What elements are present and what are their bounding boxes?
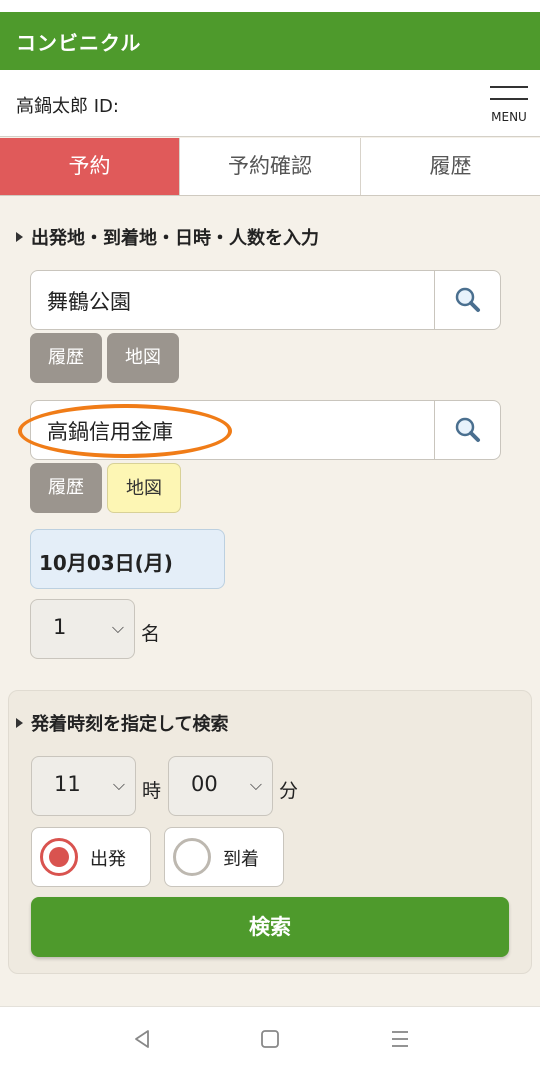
search-icon [455,417,480,442]
chevron-down-icon: ⌵ [112,775,125,794]
departure-history-button[interactable]: 履歴 [30,333,102,383]
people-value: 1 [53,615,67,639]
app-title: コンビニクル [16,31,142,55]
people-unit: 名 [141,623,161,645]
departure-radio-label: 出発 [90,849,126,870]
status-strip [0,0,540,12]
search-icon [455,287,480,312]
tab-bar: 予約 予約確認 履歴 [0,138,540,196]
radio-unchecked-icon [173,838,211,876]
time-section-heading-text: 発着時刻を指定して検索 [31,714,229,735]
date-value: 10月03日(月) [39,551,173,575]
triangle-right-icon [16,232,23,242]
departure-radio[interactable]: 出発 [31,827,151,887]
date-picker[interactable]: 10月03日(月) [30,529,225,589]
minute-select[interactable]: 00 ⌵ [168,756,273,816]
hour-select[interactable]: 11 ⌵ [31,756,136,816]
departure-map-button[interactable]: 地図 [107,333,179,383]
arrival-radio[interactable]: 到着 [164,827,284,887]
arrival-search-button[interactable] [434,401,500,459]
arrival-radio-label: 到着 [223,849,259,870]
radio-checked-icon [40,838,78,876]
home-icon[interactable] [258,1027,282,1051]
input-section-heading-text: 出発地・到着地・日時・人数を入力 [31,228,319,249]
chevron-down-icon: ⌵ [111,618,124,637]
triangle-right-icon [16,718,23,728]
system-nav-bar [0,1006,540,1072]
tab-history[interactable]: 履歴 [361,138,540,195]
recent-apps-icon[interactable] [388,1027,412,1051]
people-select[interactable]: 1 ⌵ [30,599,135,659]
hamburger-icon [490,98,528,100]
app-header: コンビニクル [0,12,540,70]
hour-unit: 時 [142,780,162,802]
arrival-history-button[interactable]: 履歴 [30,463,102,513]
tab-reservation-confirm[interactable]: 予約確認 [180,138,361,195]
highlight-annotation [18,404,232,458]
menu-label: MENU [491,110,527,124]
tab-reserve[interactable]: 予約 [0,138,180,195]
departure-field[interactable]: 舞鶴公園 [30,270,501,330]
minute-value: 00 [191,772,218,796]
user-id-label: 高鍋太郎 ID: [16,96,119,117]
departure-value: 舞鶴公園 [47,290,131,314]
time-section-heading: 発着時刻を指定して検索 [16,710,228,736]
menu-button[interactable]: MENU [486,84,532,128]
search-button[interactable]: 検索 [31,897,509,957]
user-bar: 高鍋太郎 ID: MENU [0,70,540,137]
hamburger-icon [490,86,528,88]
hour-value: 11 [54,772,81,796]
arrival-map-button[interactable]: 地図 [107,463,181,513]
chevron-down-icon: ⌵ [249,775,262,794]
minute-unit: 分 [279,780,299,802]
back-icon[interactable] [130,1027,154,1051]
input-section-heading: 出発地・到着地・日時・人数を入力 [16,224,319,250]
departure-search-button[interactable] [434,271,500,329]
